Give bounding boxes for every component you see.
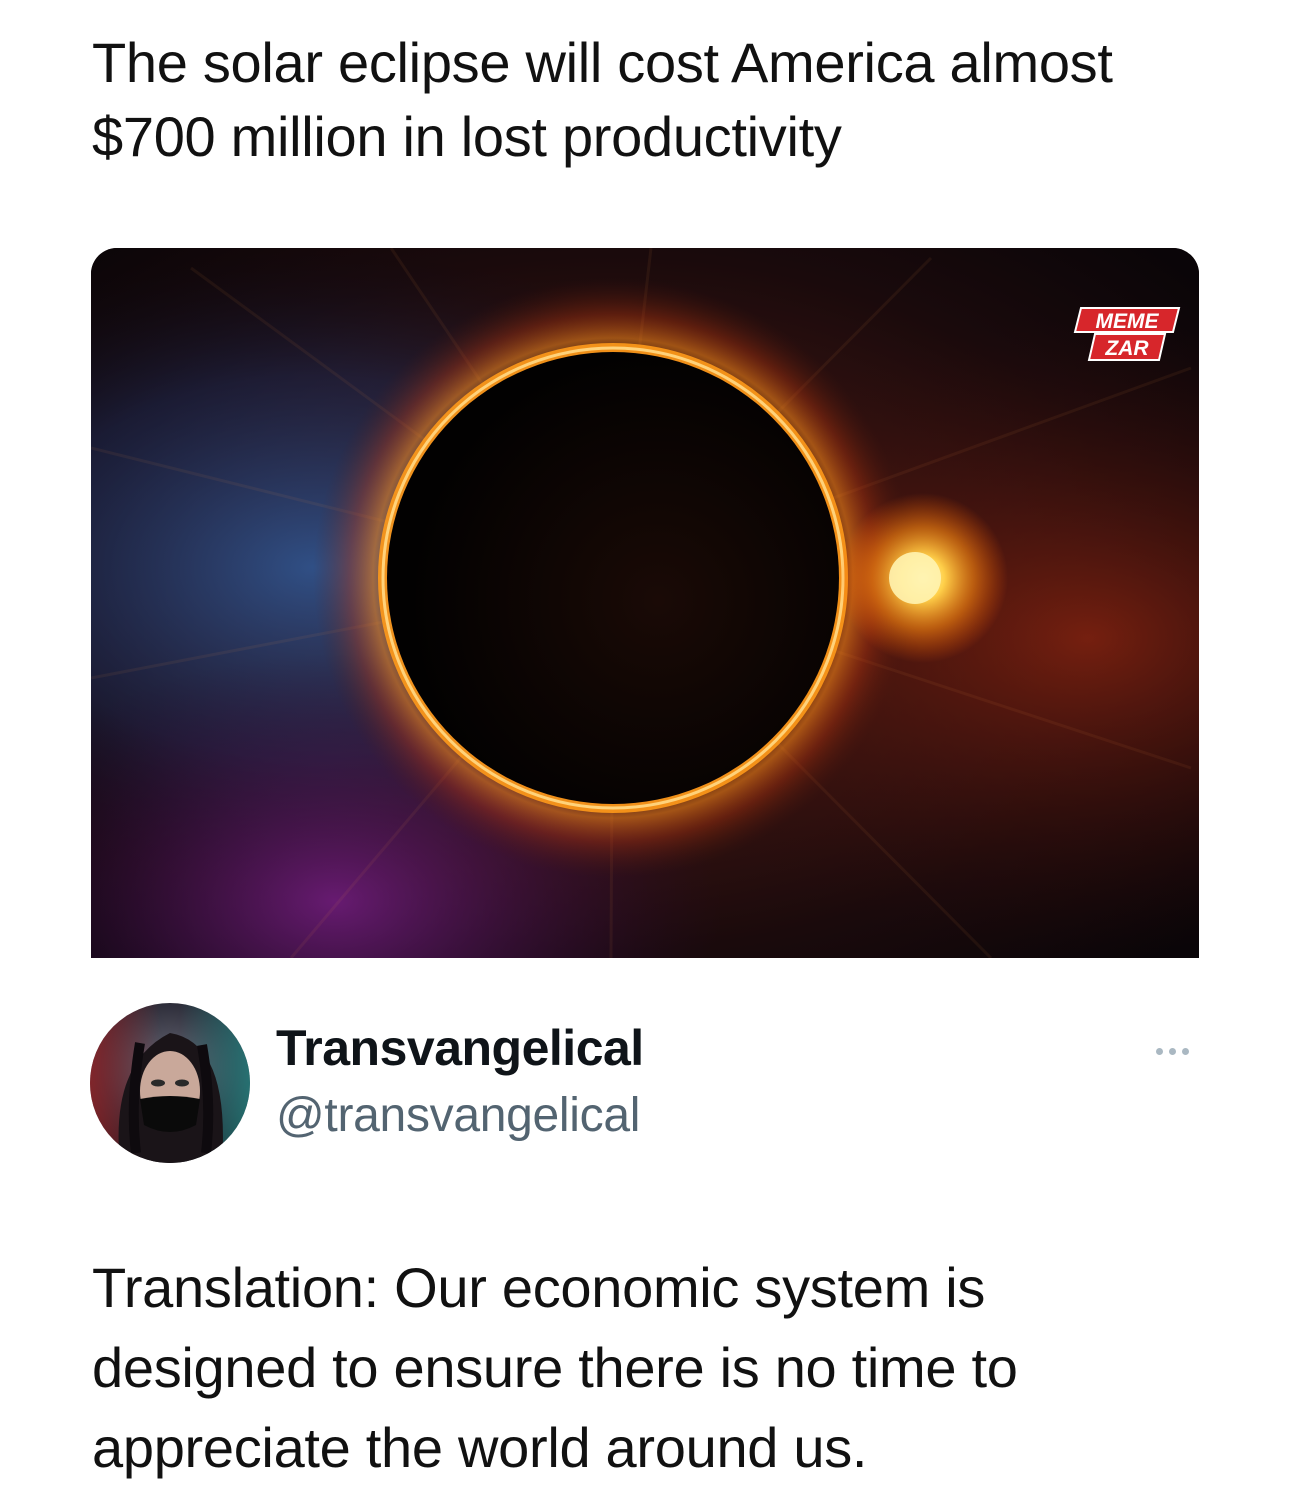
avatar[interactable] [90, 1003, 250, 1163]
more-horizontal-icon[interactable] [1142, 1034, 1202, 1068]
author-handle[interactable]: @transvangelical [276, 1084, 640, 1148]
tweet-text: Translation: Our economic system is desi… [92, 1256, 1018, 1479]
more-dot [1155, 1047, 1163, 1055]
quoted-headline: The solar eclipse will cost America almo… [92, 31, 1113, 168]
profile-photo [90, 1003, 250, 1163]
eclipse-image[interactable]: MEME ZAR [91, 248, 1199, 958]
more-dot [1168, 1047, 1176, 1055]
svg-text:ZAR: ZAR [1104, 337, 1149, 360]
memezar-watermark: MEME ZAR [1073, 307, 1181, 361]
more-dot [1181, 1047, 1189, 1055]
eclipse-illustration [91, 248, 1199, 958]
svg-text:MEME: MEME [1096, 310, 1160, 333]
author-display-name[interactable]: Transvangelical [276, 1016, 644, 1080]
